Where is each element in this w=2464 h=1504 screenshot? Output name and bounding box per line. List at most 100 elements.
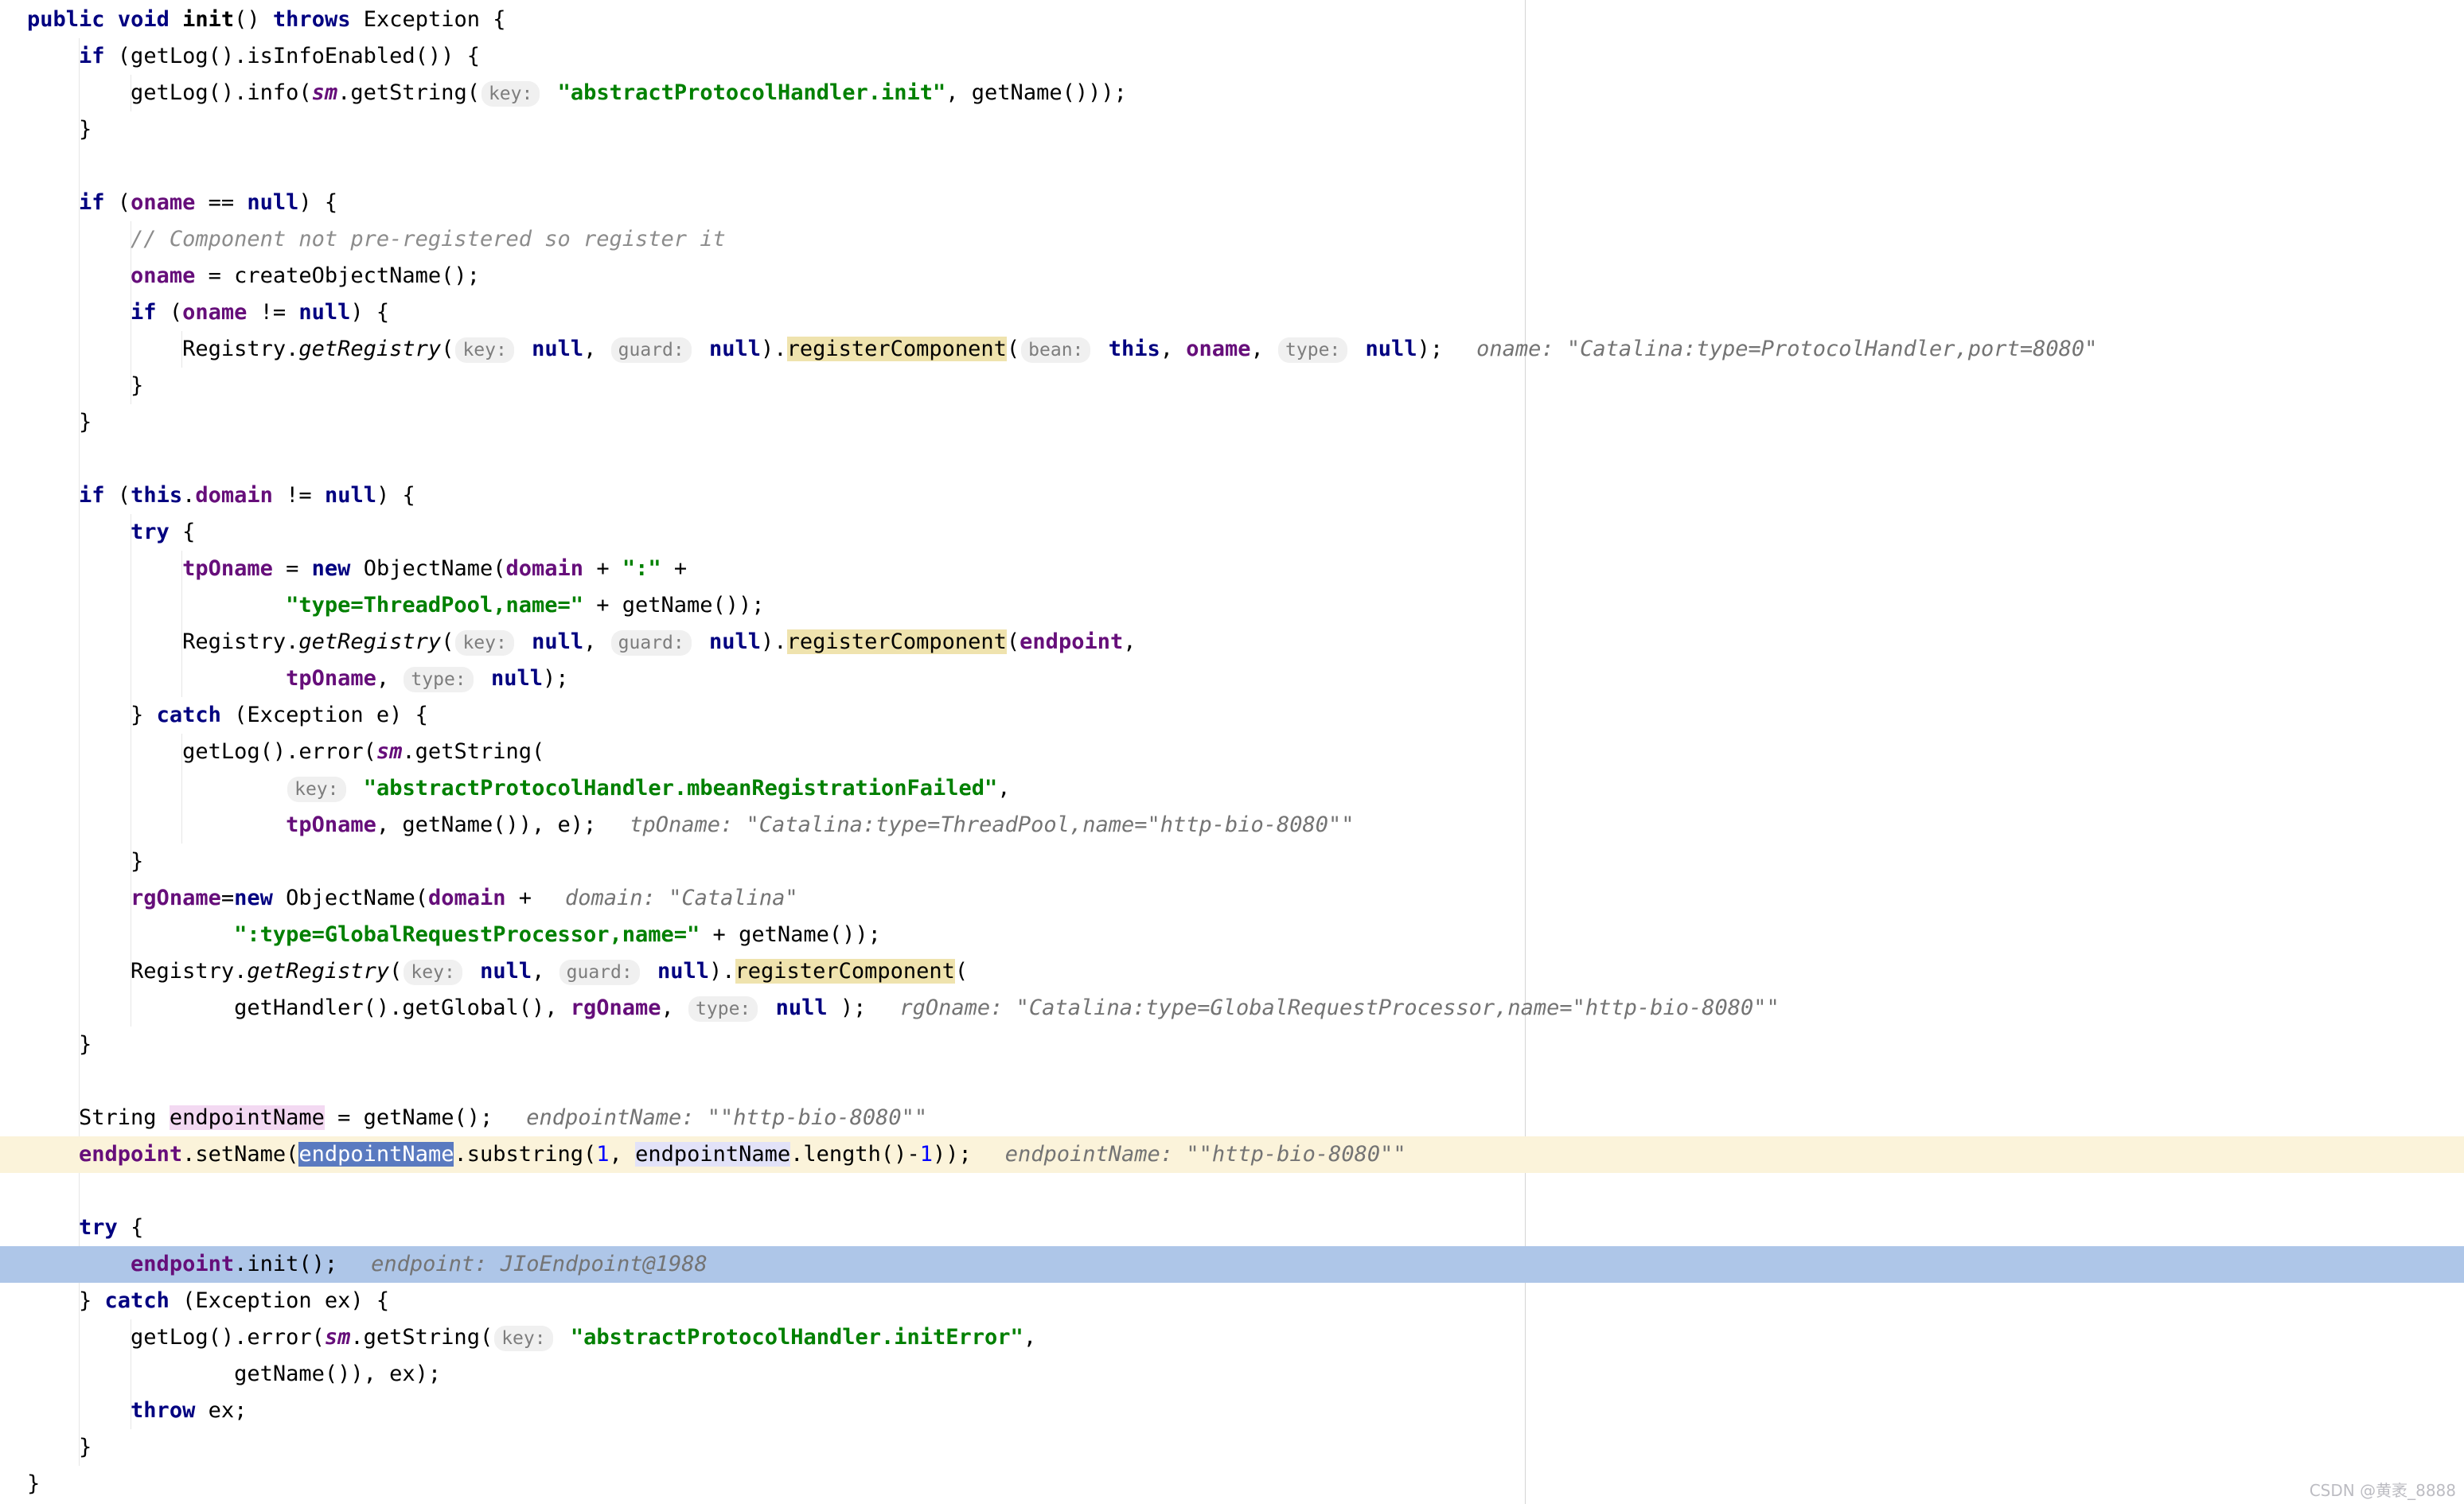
code-line[interactable]	[0, 441, 2464, 477]
keyword: catch	[157, 703, 221, 727]
comment: // Component not pre-registered so regis…	[131, 227, 726, 251]
usage-highlight: registerComponent	[735, 959, 955, 984]
code-token: ,	[583, 629, 610, 654]
code-token: (	[955, 959, 968, 984]
keyword: null	[1366, 337, 1417, 361]
field-token: rgOname	[571, 996, 661, 1020]
keyword: null	[480, 959, 532, 984]
code-line[interactable]: }	[0, 368, 2464, 404]
code-line[interactable]	[0, 1063, 2464, 1100]
code-line[interactable]: }	[0, 1466, 2464, 1502]
code-area[interactable]: public void init() throws Exception { if…	[0, 2, 2464, 1502]
keyword: null	[709, 337, 761, 361]
keyword: null	[657, 959, 709, 984]
code-line[interactable]: if (oname != null) {	[0, 294, 2464, 331]
code-line[interactable]: if (oname == null) {	[0, 185, 2464, 221]
code-line[interactable]: if (this.domain != null) {	[0, 477, 2464, 514]
code-line[interactable]: tpOname, type: null);	[0, 660, 2464, 697]
code-line[interactable]: }	[0, 404, 2464, 441]
code-token	[696, 629, 709, 654]
string-literal: ":type=GlobalRequestProcessor,name="	[234, 922, 700, 947]
code-token: ,	[532, 959, 558, 984]
code-line[interactable]: getLog().info(sm.getString(key: "abstrac…	[0, 75, 2464, 111]
code-token	[519, 337, 532, 361]
keyword: null	[532, 629, 583, 654]
code-line[interactable]: try {	[0, 514, 2464, 551]
code-token: ObjectName(	[273, 886, 428, 910]
keyword: public	[27, 7, 105, 32]
code-token	[27, 227, 131, 251]
code-line[interactable]: Registry.getRegistry(key: null, guard: n…	[0, 331, 2464, 368]
code-line[interactable]: try {	[0, 1210, 2464, 1246]
code-line[interactable]: rgOname=new ObjectName(domain +domain: "…	[0, 880, 2464, 917]
code-token: {	[170, 520, 196, 544]
static-field-token: sm	[376, 739, 403, 764]
code-line[interactable]: key: "abstractProtocolHandler.mbeanRegis…	[0, 770, 2464, 807]
code-line[interactable]	[0, 148, 2464, 185]
code-line[interactable]: getLog().error(sm.getString(	[0, 734, 2464, 770]
keyword: null	[709, 629, 761, 654]
code-line[interactable]: tpOname = new ObjectName(domain + ":" +	[0, 551, 2464, 587]
code-line[interactable]: getHandler().getGlobal(), rgOname, type:…	[0, 990, 2464, 1027]
code-line[interactable]: "type=ThreadPool,name=" + getName());	[0, 587, 2464, 624]
param-hint: type:	[688, 996, 758, 1022]
code-line[interactable]: oname = createObjectName();	[0, 258, 2464, 294]
code-line[interactable]: } catch (Exception e) {	[0, 697, 2464, 734]
code-token: }	[27, 1032, 92, 1057]
param-hint: key:	[287, 777, 345, 802]
code-line[interactable]: getLog().error(sm.getString(key: "abstra…	[0, 1319, 2464, 1356]
caret-line[interactable]: endpoint.setName(endpointName.substring(…	[0, 1136, 2464, 1173]
field-token: oname	[131, 190, 195, 215]
code-line[interactable]: getName()), ex);	[0, 1356, 2464, 1393]
execution-line[interactable]: endpoint.init();endpoint: JIoEndpoint@19…	[0, 1246, 2464, 1283]
code-token: .getString(	[402, 739, 544, 764]
keyword: null	[298, 300, 350, 325]
code-token: String	[27, 1105, 170, 1130]
code-token: =	[221, 886, 234, 910]
code-token: ).	[761, 629, 787, 654]
code-token	[170, 7, 182, 32]
param-hint: guard:	[611, 337, 692, 363]
code-token: ==	[195, 190, 247, 215]
code-line[interactable]: String endpointName = getName();endpoint…	[0, 1100, 2464, 1136]
code-token: +	[506, 886, 532, 910]
code-token: ) {	[350, 300, 389, 325]
code-line[interactable]: Registry.getRegistry(key: null, guard: n…	[0, 624, 2464, 660]
keyword: null	[247, 190, 298, 215]
code-line[interactable]: }	[0, 1027, 2464, 1063]
code-line[interactable]: } catch (Exception ex) {	[0, 1283, 2464, 1319]
code-token: =	[273, 556, 312, 581]
code-line[interactable]: Registry.getRegistry(key: null, guard: n…	[0, 953, 2464, 990]
code-line[interactable]: }	[0, 111, 2464, 148]
code-line[interactable]: public void init() throws Exception {	[0, 2, 2464, 38]
code-token	[467, 959, 480, 984]
code-token: = createObjectName();	[195, 263, 480, 288]
static-method-token: getRegistry	[298, 337, 441, 361]
debugger-inline-value: endpoint: JIoEndpoint@1988	[371, 1252, 708, 1276]
code-token: (	[389, 959, 402, 984]
field-token: tpOname	[286, 812, 376, 837]
code-token: .setName(	[182, 1142, 298, 1167]
code-token: (getLog().isInfoEnabled()) {	[105, 44, 480, 68]
code-token: getLog().info(	[27, 80, 312, 105]
code-line[interactable]: // Component not pre-registered so regis…	[0, 221, 2464, 258]
code-line[interactable]: }	[0, 1429, 2464, 1466]
code-line[interactable]: tpOname, getName()), e);tpOname: "Catali…	[0, 807, 2464, 844]
code-token	[696, 337, 709, 361]
code-editor[interactable]: public void init() throws Exception { if…	[0, 0, 2464, 1504]
code-line[interactable]: throw ex;	[0, 1393, 2464, 1429]
code-line[interactable]: }	[0, 844, 2464, 880]
usage-highlight: registerComponent	[787, 629, 1007, 654]
code-token: );	[828, 996, 867, 1020]
code-token: ,	[610, 1142, 636, 1167]
code-line[interactable]: if (getLog().isInfoEnabled()) {	[0, 38, 2464, 75]
code-token	[519, 629, 532, 654]
code-token: ,	[997, 776, 1010, 801]
code-line[interactable]: ":type=GlobalRequestProcessor,name=" + g…	[0, 917, 2464, 953]
code-token: ,	[376, 666, 403, 691]
code-token: .getString(	[350, 1325, 493, 1350]
code-token: }	[27, 373, 143, 398]
code-token	[27, 922, 234, 947]
keyword: null	[491, 666, 543, 691]
code-line[interactable]	[0, 1173, 2464, 1210]
